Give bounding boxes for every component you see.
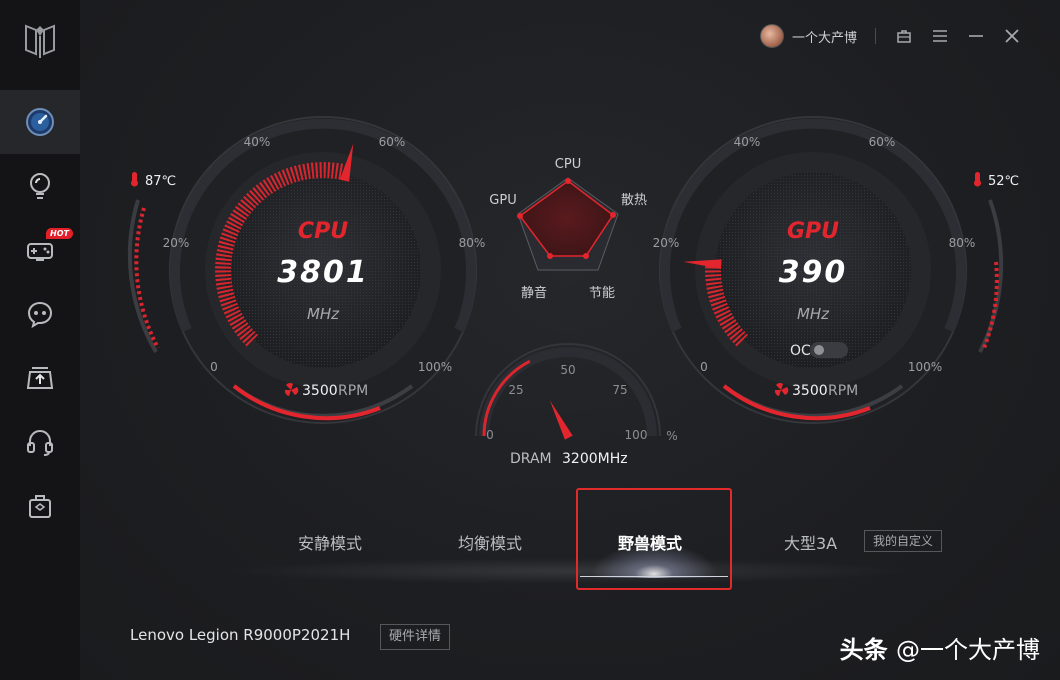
radar-label-efficiency: 节能 <box>589 286 615 301</box>
cpu-fan-unit: RPM <box>338 383 368 399</box>
cpu-temp-bar <box>134 207 160 349</box>
cpu-temperature: 87℃ <box>145 174 176 189</box>
radar-point-efficiency <box>583 253 589 259</box>
gpu-tick-20: 20% <box>653 236 680 250</box>
hot-badge: HOT <box>46 228 73 239</box>
app-logo-icon <box>25 24 55 58</box>
gpu-gauge-title: GPU <box>787 219 839 244</box>
sidebar: HOT <box>0 0 80 680</box>
sidebar-item-toolbox[interactable] <box>0 474 80 538</box>
cpu-temp-track <box>127 199 158 354</box>
gpu-temperature: 52℃ <box>988 174 1019 189</box>
performance-modes: 安静模式 均衡模式 野兽模式 大型3A 我的自定义 <box>80 488 1060 590</box>
thermometer-icon <box>131 172 138 187</box>
performance-radar: CPU 散热 节能 静音 GPU <box>489 157 647 301</box>
watermark-handle: @一个大产博 <box>896 636 1040 664</box>
radar-label-quiet: 静音 <box>521 285 547 301</box>
toolbox-icon <box>29 495 51 518</box>
oc-toggle[interactable] <box>810 342 848 358</box>
cpu-frequency-value: 3801 <box>277 255 369 290</box>
gpu-tick-40: 40% <box>734 135 761 149</box>
radar-point-gpu <box>517 213 523 219</box>
dram-tick-75: 75 <box>612 383 627 397</box>
chat-bubble-icon <box>27 301 53 329</box>
mode-large-3a[interactable]: 大型3A <box>784 530 837 554</box>
sidebar-item-update[interactable] <box>0 346 80 410</box>
cpu-tick-20: 20% <box>163 236 190 250</box>
thermometer-icon <box>974 172 981 187</box>
modes-glow <box>220 558 920 584</box>
gpu-tick-100: 100% <box>908 360 942 374</box>
lightbulb-icon <box>30 173 50 199</box>
dram-tick-0: 0 <box>486 428 494 442</box>
gpu-frequency-unit: MHz <box>797 305 830 323</box>
upload-icon <box>26 367 54 389</box>
radar-label-gpu: GPU <box>489 193 516 208</box>
mode-beast[interactable]: 野兽模式 <box>618 530 682 554</box>
gpu-tick-60: 60% <box>869 135 896 149</box>
radar-point-cpu <box>565 178 571 184</box>
dram-tick-50: 50 <box>560 363 575 377</box>
custom-mode-button[interactable]: 我的自定义 <box>864 530 943 552</box>
cpu-tick-40: 40% <box>244 135 271 149</box>
sidebar-item-audio[interactable] <box>0 410 80 474</box>
performance-gauges: CPU 3801 MHz 0 20% 40% 60% 80% 100% 87℃ … <box>127 116 1019 467</box>
cpu-gauge-title: CPU <box>298 219 348 244</box>
sidebar-item-dashboard[interactable] <box>0 90 80 154</box>
cpu-tick-80: 80% <box>459 236 486 250</box>
cpu-fan-speed: 3500 <box>302 383 338 399</box>
sidebar-item-games[interactable]: HOT <box>0 218 80 282</box>
cpu-gauge: CPU 3801 MHz 0 20% 40% 60% 80% 100% 87℃ … <box>127 116 486 424</box>
watermark-source: 头条 <box>839 636 888 664</box>
dram-label: DRAM <box>510 451 552 467</box>
dashboard-icon <box>26 108 54 136</box>
dram-gauge: 0 25 50 75 100 % DRAM 3200MHz <box>475 343 678 467</box>
radar-point-quiet <box>547 253 553 259</box>
radar-point-cooling <box>610 212 616 218</box>
oc-label: OC <box>790 343 811 359</box>
cpu-tick-60: 60% <box>379 135 406 149</box>
cpu-tick-0: 0 <box>210 360 218 374</box>
cpu-tick-100: 100% <box>418 360 452 374</box>
gpu-tick-80: 80% <box>949 236 976 250</box>
sidebar-item-chat[interactable] <box>0 282 80 346</box>
mode-quiet[interactable]: 安静模式 <box>298 530 362 554</box>
gpu-frequency-value: 390 <box>779 255 848 290</box>
dram-tick-25: 25 <box>508 383 523 397</box>
mode-balanced[interactable]: 均衡模式 <box>458 530 522 554</box>
dram-unit: % <box>666 429 677 443</box>
radar-label-cooling: 散热 <box>621 193 647 208</box>
cpu-frequency-unit: MHz <box>307 305 340 323</box>
headset-icon <box>27 430 53 456</box>
main-panel: 一个大产博 CPU 3801 MHz 0 20% 40% 60% 80% 100… <box>80 0 1060 680</box>
radar-label-cpu: CPU <box>555 157 581 172</box>
dram-tick-100: 100 <box>625 428 648 442</box>
dram-needle <box>549 400 573 440</box>
hardware-details-button[interactable]: 硬件详情 <box>380 624 451 650</box>
watermark: 头条 @一个大产博 <box>840 630 1040 665</box>
gpu-tick-0: 0 <box>700 360 708 374</box>
gpu-gauge: GPU 390 MHz OC 0 20% 40% 60% 80% 100% 52… <box>653 116 1019 424</box>
gpu-fan-unit: RPM <box>828 383 858 399</box>
gpu-fan-speed: 3500 <box>792 383 828 399</box>
device-name: Lenovo Legion R9000P2021H <box>130 626 351 644</box>
sidebar-item-lighting[interactable] <box>0 154 80 218</box>
dram-frequency: 3200MHz <box>562 451 628 467</box>
